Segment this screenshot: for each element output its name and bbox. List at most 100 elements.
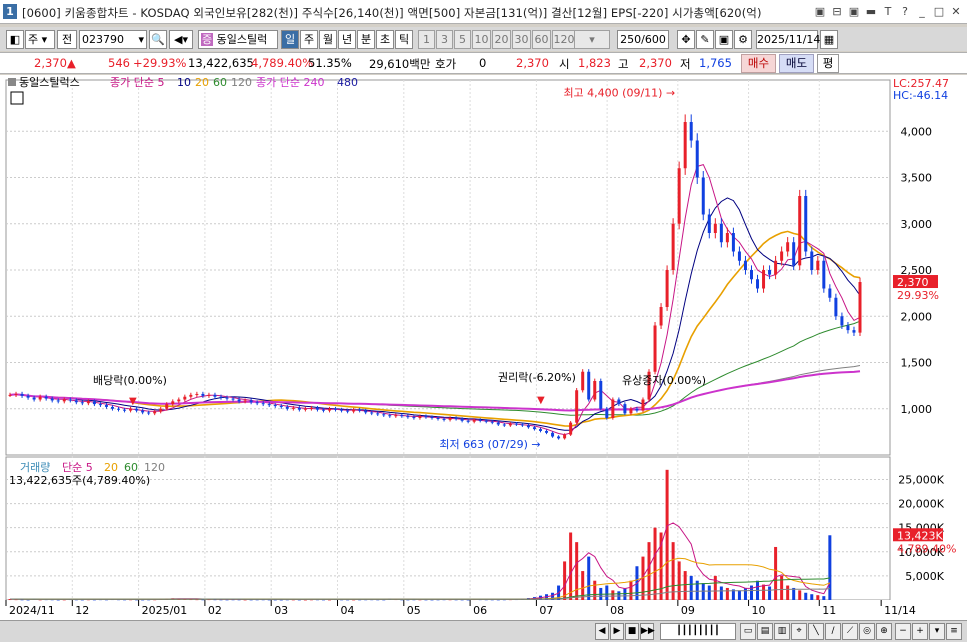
minute-option-5[interactable]: 5 (454, 30, 471, 49)
candle-body (653, 325, 657, 372)
volume-title: 거래량 (20, 461, 50, 474)
candle-body (20, 393, 24, 396)
volume-bar (575, 542, 579, 600)
grid-icon[interactable]: ▣ (847, 4, 861, 19)
pin-icon[interactable]: ▬ (864, 4, 878, 19)
scroll-end-icon[interactable]: ▶▶ (640, 623, 655, 640)
maximize-icon[interactable]: □ (932, 4, 946, 19)
volume-bar (707, 585, 711, 600)
magnify-icon[interactable]: ⊕ (876, 623, 892, 640)
candle-body (388, 415, 392, 417)
minute-option-30[interactable]: 30 (512, 30, 531, 49)
minute-option-3[interactable]: 3 (436, 30, 453, 49)
volume-bar (786, 585, 790, 600)
layout-toggle-icon[interactable]: ◧ (6, 30, 24, 49)
minute-option-60[interactable]: 60 (532, 30, 551, 49)
legend-item: 120 (231, 76, 252, 89)
split-icon[interactable]: ⊟ (830, 4, 844, 19)
layout-icon[interactable]: ▣ (813, 4, 827, 19)
text-icon[interactable]: T (881, 4, 895, 19)
candle-body (858, 282, 862, 333)
minute-option-20[interactable]: 20 (492, 30, 511, 49)
trend-icon[interactable]: ⟋ (842, 623, 858, 640)
zoom-in-icon[interactable]: + (912, 623, 928, 640)
help-icon[interactable]: ? (898, 4, 912, 19)
bars-icon[interactable]: ▥ (774, 623, 790, 640)
candle-body (237, 399, 241, 402)
volume-bar (605, 585, 609, 600)
candle-body (617, 399, 621, 405)
tab-6[interactable]: 틱 (395, 30, 413, 49)
search-icon[interactable]: 🔍 (149, 30, 167, 49)
candle-body (804, 196, 808, 252)
zoom-out-icon[interactable]: − (895, 623, 911, 640)
close-icon[interactable]: ✕ (949, 4, 963, 19)
volume-bar (683, 571, 687, 600)
stock-chart[interactable]: 4,0003,5003,0002,5002,0001,5001,000 25,0… (0, 75, 967, 620)
candle-body (780, 251, 784, 261)
candle-body (38, 396, 42, 400)
period-kind-select[interactable]: 주 ▾ (25, 30, 55, 49)
tab-1[interactable]: 주 (300, 30, 318, 49)
candle-body (545, 430, 549, 433)
ruler-icon[interactable]: ╲ (808, 623, 824, 640)
tools-icon[interactable]: ✥ (677, 30, 695, 49)
scroll-next-icon[interactable]: ▶ (610, 623, 624, 640)
data-count-field[interactable]: 250/600 (617, 30, 669, 49)
volume-bar (689, 575, 693, 600)
candle-body (538, 429, 542, 431)
candle-body (86, 401, 90, 404)
tab-2[interactable]: 월 (319, 30, 337, 49)
draw-icon[interactable]: ✎ (696, 30, 714, 49)
cycle-icon[interactable]: ◎ (859, 623, 875, 640)
chart-grid (5, 79, 891, 601)
minute-option-10[interactable]: 10 (472, 30, 491, 49)
minute-option-120[interactable]: 120 (552, 30, 576, 49)
date-tick-label: 2024/11 (9, 604, 55, 617)
candle-body (719, 223, 723, 243)
candle-body (430, 417, 434, 419)
save-icon[interactable]: ▣ (715, 30, 733, 49)
date-input[interactable]: 2025/11/14 (756, 30, 820, 49)
tab-3[interactable]: 년 (338, 30, 356, 49)
candle-body (520, 424, 524, 426)
minute-custom-select[interactable]: ▾ (574, 30, 610, 49)
candle-body (816, 260, 820, 270)
high-value: 2,370 (639, 56, 672, 70)
stop-icon[interactable]: ■ (625, 623, 639, 640)
menu-icon[interactable]: ≡ (946, 623, 962, 640)
candle-body (731, 233, 735, 252)
balance-button[interactable]: 평 (817, 54, 839, 73)
candle-body (352, 409, 356, 412)
zoom-icon[interactable]: ⌖ (791, 623, 807, 640)
settings-icon[interactable]: ⚙ (734, 30, 752, 49)
candle-body (695, 140, 699, 178)
candle-body (786, 242, 790, 252)
sound-icon[interactable]: ◀▾ (169, 30, 193, 49)
tab-0[interactable]: 일 (281, 30, 299, 49)
tab-5[interactable]: 초 (376, 30, 394, 49)
chart-area[interactable]: 4,000 3,500 3,000 2,500 2,000 1,500 1,000 25,0… (0, 75, 967, 620)
minute-option-1[interactable]: 1 (418, 30, 435, 49)
candle-body (569, 422, 573, 435)
candle-body (171, 401, 175, 405)
volume-bar (774, 546, 778, 600)
candle-body (165, 404, 169, 409)
stock-code-input[interactable]: 023790 ▾ (79, 30, 147, 49)
stock-name-field[interactable]: 증 동일스틸럭 (198, 30, 278, 49)
candle-body (551, 432, 555, 437)
candle-body (74, 400, 78, 403)
prev-button[interactable]: 전 (57, 30, 77, 49)
minimize-icon[interactable]: _ (915, 4, 929, 19)
scroll-start-icon[interactable]: ◀ (595, 623, 609, 640)
sell-button[interactable]: 매도 (779, 54, 814, 73)
candle-body (749, 270, 753, 280)
calendar-icon[interactable]: ▦ (820, 30, 838, 49)
restore-icon[interactable]: ▾ (929, 623, 945, 640)
bar-icon[interactable]: ▤ (757, 623, 773, 640)
buy-button[interactable]: 매수 (741, 54, 776, 73)
zoom-slider[interactable]: ┃┃┃┃┃┃┃┃ (660, 623, 736, 640)
tab-4[interactable]: 분 (357, 30, 375, 49)
line-icon[interactable]: ∕ (825, 623, 841, 640)
chart-type-icon[interactable]: ▭ (740, 623, 756, 640)
